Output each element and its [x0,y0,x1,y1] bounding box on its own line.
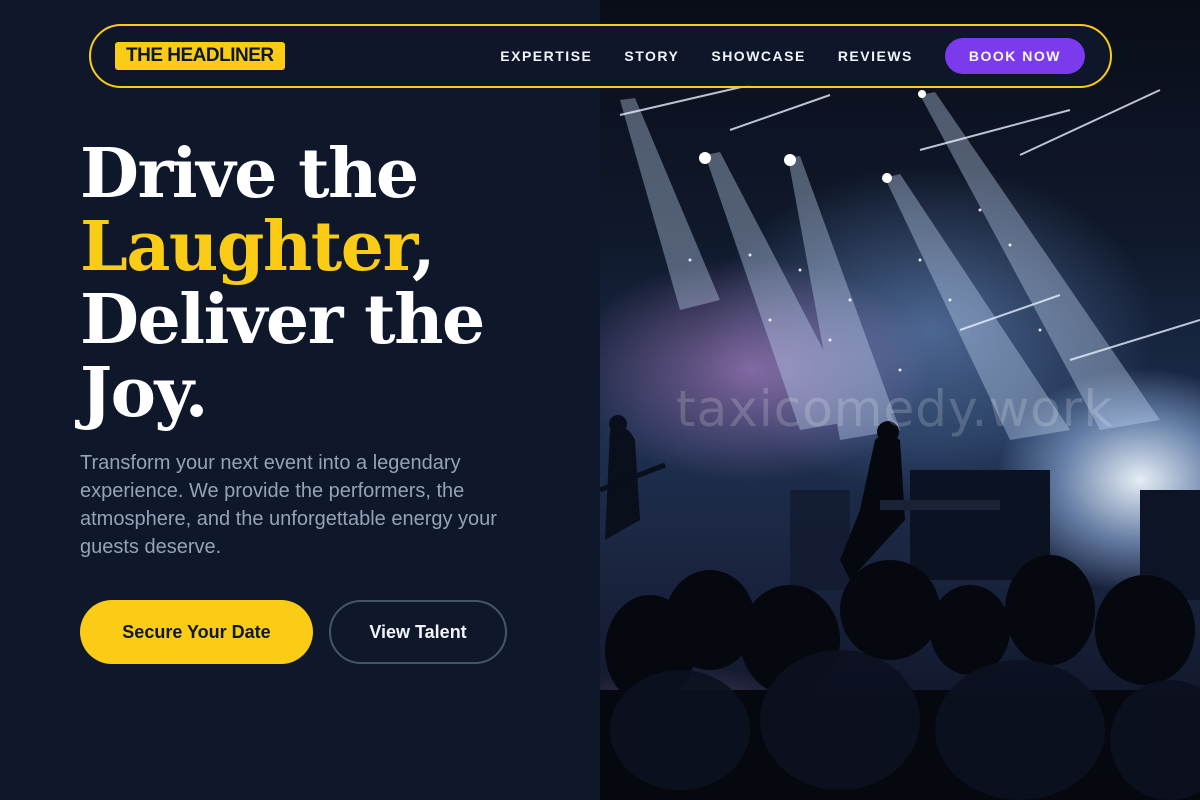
headline-line-4: Joy. [80,353,208,433]
nav-link-story[interactable]: STORY [624,48,679,64]
nav-link-reviews[interactable]: REVIEWS [838,48,913,64]
view-talent-button[interactable]: View Talent [329,600,507,664]
nav-link-showcase[interactable]: SHOWCASE [711,48,805,64]
headline-line-3: Deliver the [80,280,485,360]
headline-accent-word: Laughter [80,207,413,287]
headline-line-1: Drive the [80,134,419,214]
secure-your-date-button[interactable]: Secure Your Date [80,600,313,664]
nav-links: EXPERTISE STORY SHOWCASE REVIEWS BOOK NO… [500,38,1085,74]
book-now-button[interactable]: BOOK NOW [944,38,1085,74]
nav-link-expertise[interactable]: EXPERTISE [500,48,592,64]
brand-logo[interactable]: THE HEADLINER [115,42,285,70]
headline-comma: , [411,207,436,287]
hero-headline: Drive the Laughter, Deliver the Joy. [80,138,580,430]
top-navbar: THE HEADLINER EXPERTISE STORY SHOWCASE R… [89,24,1112,88]
image-watermark: taxicomedy.work [676,380,1114,438]
hero-description: Transform your next event into a legenda… [80,452,497,558]
